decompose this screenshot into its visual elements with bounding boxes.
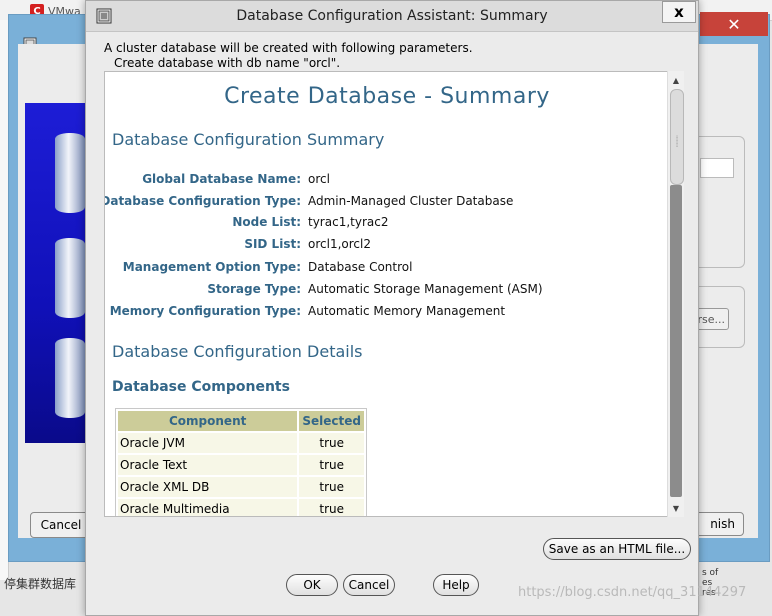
summary-dialog: Database Configuration Assistant: Summar… xyxy=(85,0,699,616)
close-icon[interactable]: x xyxy=(662,1,696,23)
scrollbar-thumb[interactable]: ⁞ ⁞ xyxy=(670,89,684,185)
help-button[interactable]: Help xyxy=(433,574,479,596)
component-cell: Oracle JVM xyxy=(118,433,298,453)
section-summary-heading: Database Configuration Summary xyxy=(112,130,385,149)
taskbar-text: 停集群数据库 xyxy=(4,577,77,591)
selected-cell: true xyxy=(299,433,364,453)
management-option-label: Management Option Type: xyxy=(122,260,301,274)
background-group-box xyxy=(698,136,745,268)
table-row: Oracle XML DB true xyxy=(118,477,364,497)
side-text-line: s of xyxy=(702,568,719,578)
vertical-scrollbar[interactable]: ▲ ⁞ ⁞ ▼ xyxy=(667,71,684,517)
background-browse-button[interactable]: rse... xyxy=(695,308,729,330)
table-row: Oracle Multimedia true xyxy=(118,499,364,516)
table-header-row: Component Selected xyxy=(118,411,364,431)
scroll-up-icon[interactable]: ▲ xyxy=(669,73,683,87)
section-details-heading: Database Configuration Details xyxy=(112,342,363,361)
selected-cell: true xyxy=(299,477,364,497)
memory-config-label: Memory Configuration Type: xyxy=(109,304,301,318)
cylinder-shape xyxy=(55,133,85,213)
component-cell: Oracle XML DB xyxy=(118,477,298,497)
dialog-title: Database Configuration Assistant: Summar… xyxy=(236,8,548,24)
component-cell: Oracle Text xyxy=(118,455,298,475)
config-type-label: Database Configuration Type: xyxy=(104,194,301,208)
save-as-html-button[interactable]: Save as an HTML file... xyxy=(543,538,691,560)
intro-text: A cluster database will be created with … xyxy=(104,41,473,55)
memory-config-value: Automatic Memory Management xyxy=(308,304,506,318)
background-cancel-button[interactable]: Cancel xyxy=(30,512,92,538)
column-header-component: Component xyxy=(118,411,298,431)
config-type-value: Admin-Managed Cluster Database xyxy=(308,194,514,208)
cylinder-shape xyxy=(55,338,85,418)
node-list-label: Node List: xyxy=(232,215,301,229)
table-row: Oracle JVM true xyxy=(118,433,364,453)
database-illustration xyxy=(25,103,85,443)
watermark-text: https://blog.csdn.net/qq_31144297 xyxy=(518,585,747,600)
page-title: Create Database - Summary xyxy=(224,84,550,109)
node-list-value: tyrac1,tyrac2 xyxy=(308,215,389,229)
ok-button[interactable]: OK xyxy=(286,574,338,596)
table-row: Oracle Text true xyxy=(118,455,364,475)
cancel-button[interactable]: Cancel xyxy=(343,574,395,596)
selected-cell: true xyxy=(299,455,364,475)
scrollbar-track[interactable] xyxy=(670,185,682,497)
grip-icon: ⁞ ⁞ xyxy=(675,134,679,149)
global-db-name-label: Global Database Name: xyxy=(142,172,301,186)
scroll-down-icon[interactable]: ▼ xyxy=(669,501,683,515)
component-cell: Oracle Multimedia xyxy=(118,499,298,516)
selected-cell: true xyxy=(299,499,364,516)
summary-content-pane: Create Database - Summary Database Confi… xyxy=(104,71,670,517)
background-text-field[interactable] xyxy=(700,158,734,178)
global-db-name-value: orcl xyxy=(308,172,330,186)
management-option-value: Database Control xyxy=(308,260,413,274)
section-components-heading: Database Components xyxy=(112,379,290,395)
column-header-selected: Selected xyxy=(299,411,364,431)
dialog-titlebar[interactable]: Database Configuration Assistant: Summar… xyxy=(86,1,698,32)
storage-type-value: Automatic Storage Management (ASM) xyxy=(308,282,543,296)
storage-type-label: Storage Type: xyxy=(207,282,301,296)
intro-db-name: Create database with db name "orcl". xyxy=(114,56,341,70)
sid-list-value: orcl1,orcl2 xyxy=(308,237,371,251)
background-close-icon[interactable]: ✕ xyxy=(700,12,768,36)
cylinder-shape xyxy=(55,238,85,318)
components-table: Component Selected Oracle JVM true Oracl… xyxy=(115,408,367,516)
sid-list-label: SID List: xyxy=(244,237,301,251)
